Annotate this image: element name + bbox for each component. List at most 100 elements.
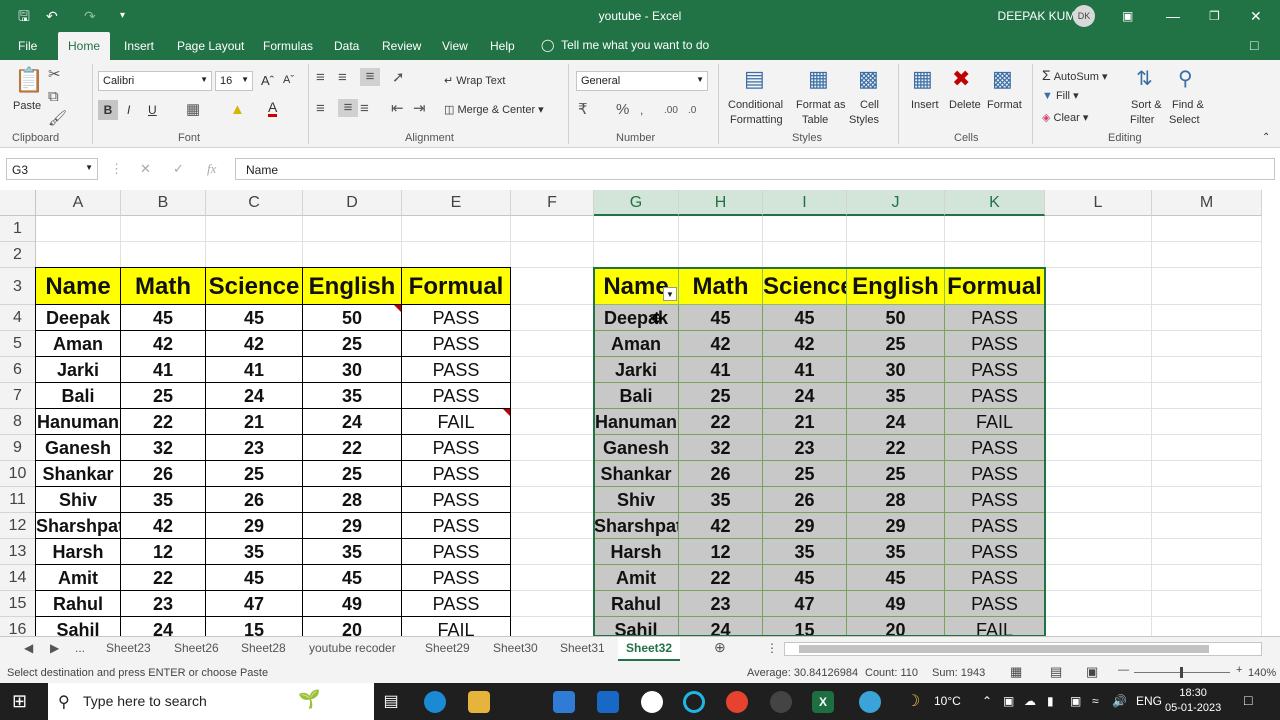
clear-button[interactable]: ◈ Clear ▾: [1042, 111, 1088, 124]
ribbon-display-icon[interactable]: ▣: [1122, 6, 1133, 26]
sheet-tab[interactable]: Sheet28: [241, 641, 286, 655]
find-select-label-2[interactable]: Select: [1169, 114, 1200, 126]
score-cell[interactable]: 23: [206, 435, 303, 461]
row-header[interactable]: 10: [0, 461, 36, 487]
autosum-button[interactable]: Σ AutoSum ▾: [1042, 67, 1108, 83]
result-cell[interactable]: PASS: [945, 539, 1045, 565]
score-cell[interactable]: 50: [303, 305, 402, 331]
tab-help[interactable]: Help: [490, 39, 515, 53]
score-cell[interactable]: 29: [303, 513, 402, 539]
font-name-select[interactable]: Calibri ▼: [98, 71, 212, 91]
score-cell[interactable]: 41: [206, 357, 303, 383]
result-cell[interactable]: FAIL: [402, 617, 511, 636]
score-cell[interactable]: 47: [206, 591, 303, 617]
score-cell[interactable]: 35: [303, 383, 402, 409]
increase-font-icon[interactable]: Aˆ: [261, 73, 274, 88]
column-header-e[interactable]: E: [402, 190, 511, 216]
sort-filter-label[interactable]: Sort &: [1131, 99, 1162, 111]
app-tray-icon[interactable]: ▣: [1070, 694, 1081, 708]
tab-review[interactable]: Review: [382, 39, 421, 53]
score-cell[interactable]: 29: [847, 513, 945, 539]
header-cell-formual[interactable]: Formual: [402, 268, 511, 305]
column-header-m[interactable]: M: [1152, 190, 1262, 216]
tray-overflow-icon[interactable]: ⌃: [982, 694, 992, 708]
score-cell[interactable]: 29: [206, 513, 303, 539]
conditional-formatting-label[interactable]: Conditional: [728, 99, 783, 111]
score-cell[interactable]: 24: [847, 409, 945, 435]
score-cell[interactable]: 22: [847, 435, 945, 461]
name-cell[interactable]: Sahil: [594, 617, 679, 636]
score-cell[interactable]: 26: [763, 487, 847, 513]
sheet-tab-more[interactable]: ...: [75, 641, 85, 655]
wrap-text-button[interactable]: ↵ Wrap Text: [444, 74, 505, 87]
score-cell[interactable]: 42: [679, 331, 763, 357]
cancel-icon[interactable]: ✕: [140, 161, 151, 177]
borders-icon[interactable]: ▦: [186, 101, 200, 119]
score-cell[interactable]: 26: [121, 461, 206, 487]
wifi-icon[interactable]: ≈: [1092, 694, 1099, 708]
bold-button[interactable]: B: [98, 100, 118, 120]
sheet-tab[interactable]: Sheet30: [493, 641, 538, 655]
language-indicator[interactable]: ENG: [1136, 694, 1162, 708]
result-cell[interactable]: PASS: [402, 591, 511, 617]
score-cell[interactable]: 12: [121, 539, 206, 565]
score-cell[interactable]: 28: [303, 487, 402, 513]
scrollbar-thumb[interactable]: [799, 645, 1209, 653]
score-cell[interactable]: 35: [847, 383, 945, 409]
mail-icon[interactable]: [553, 691, 575, 713]
score-cell[interactable]: 25: [121, 383, 206, 409]
name-cell[interactable]: Rahul: [594, 591, 679, 617]
comments-icon[interactable]: □: [1250, 37, 1258, 53]
score-cell[interactable]: 41: [679, 357, 763, 383]
score-cell[interactable]: 21: [206, 409, 303, 435]
normal-view-icon[interactable]: ▦: [1010, 664, 1022, 680]
score-cell[interactable]: 22: [121, 409, 206, 435]
score-cell[interactable]: 28: [847, 487, 945, 513]
result-cell[interactable]: PASS: [402, 461, 511, 487]
tab-formulas[interactable]: Formulas: [263, 39, 313, 53]
obs-icon[interactable]: [770, 691, 792, 713]
paste-button[interactable]: Paste: [13, 100, 41, 112]
name-cell[interactable]: Harsh: [36, 539, 121, 565]
header-cell-science[interactable]: Science: [763, 268, 847, 305]
tab-file[interactable]: File: [18, 39, 37, 53]
app-icon[interactable]: [641, 691, 663, 713]
score-cell[interactable]: 41: [763, 357, 847, 383]
score-cell[interactable]: 45: [303, 565, 402, 591]
score-cell[interactable]: 45: [679, 305, 763, 331]
score-cell[interactable]: 45: [206, 565, 303, 591]
score-cell[interactable]: 15: [763, 617, 847, 636]
decrease-decimal-icon[interactable]: .0: [688, 102, 696, 120]
format-as-table-label[interactable]: Format as: [796, 99, 846, 111]
name-cell[interactable]: Aman: [36, 331, 121, 357]
increase-decimal-icon[interactable]: .00: [664, 102, 678, 120]
page-break-view-icon[interactable]: ▣: [1086, 664, 1098, 680]
name-cell[interactable]: Deepak: [36, 305, 121, 331]
result-cell[interactable]: FAIL: [945, 409, 1045, 435]
header-cell-science[interactable]: Science: [206, 268, 303, 305]
score-cell[interactable]: 26: [206, 487, 303, 513]
score-cell[interactable]: 22: [679, 565, 763, 591]
score-cell[interactable]: 24: [206, 383, 303, 409]
score-cell[interactable]: 42: [206, 331, 303, 357]
name-cell[interactable]: Sahil: [36, 617, 121, 636]
underline-button[interactable]: U: [148, 103, 157, 117]
row-header[interactable]: 3: [0, 268, 36, 305]
volume-icon[interactable]: 🔊: [1112, 694, 1127, 708]
comment-indicator-icon[interactable]: [394, 305, 401, 312]
horizontal-scrollbar[interactable]: [784, 642, 1262, 656]
maximize-icon[interactable]: ❐: [1209, 6, 1220, 26]
format-as-table-icon[interactable]: ▦: [808, 66, 829, 92]
add-sheet-icon[interactable]: ⊕: [714, 639, 726, 656]
result-cell[interactable]: PASS: [402, 487, 511, 513]
find-select-icon[interactable]: ⚲: [1178, 66, 1193, 92]
help-icon[interactable]: [859, 691, 881, 713]
result-cell[interactable]: PASS: [945, 565, 1045, 591]
format-cells-icon[interactable]: ▩: [992, 66, 1013, 92]
notifications-icon[interactable]: □: [1244, 692, 1252, 708]
header-cell-name[interactable]: Name: [36, 268, 121, 305]
score-cell[interactable]: 23: [121, 591, 206, 617]
chrome-icon[interactable]: [726, 691, 748, 713]
sort-filter-label-2[interactable]: Filter: [1130, 114, 1154, 126]
row-header[interactable]: 9: [0, 435, 36, 461]
